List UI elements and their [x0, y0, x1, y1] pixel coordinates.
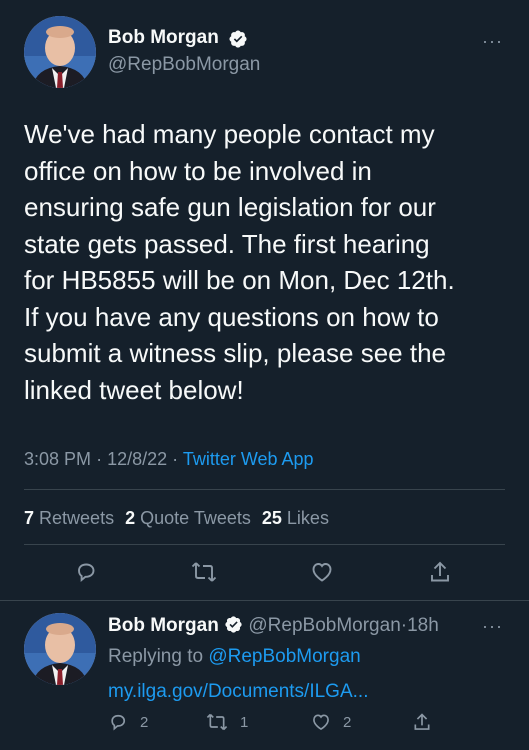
tweet-date[interactable]: 12/8/22 — [107, 449, 167, 469]
more-icon[interactable]: ··· — [482, 31, 503, 52]
divider — [24, 489, 505, 490]
reply-age[interactable]: 18h — [407, 615, 439, 636]
retweets-stat[interactable]: 7 Retweets — [24, 508, 119, 528]
reply-link[interactable]: my.ilga.gov/Documents/ILGA... — [108, 681, 368, 703]
reply-like-count: 2 — [343, 713, 352, 731]
reply-retweet-button[interactable]: 1 — [206, 712, 248, 732]
reply-more-icon[interactable]: ··· — [482, 616, 503, 637]
retweet-icon — [191, 562, 217, 582]
likes-count: 25 — [261, 508, 282, 528]
author-avatar[interactable] — [24, 16, 96, 88]
reply-header: Bob Morgan @RepBobMorgan·18h — [108, 615, 439, 640]
reply-author-handle[interactable]: @RepBobMorgan — [248, 615, 400, 636]
reply-button[interactable] — [74, 560, 98, 584]
reply-icon — [111, 714, 126, 731]
reply-retweet-count: 1 — [240, 713, 249, 731]
reply-share-button[interactable] — [412, 712, 432, 737]
replying-to-line: Replying to @RepBobMorgan — [108, 646, 361, 668]
like-icon — [312, 563, 332, 582]
avatar-photo — [24, 16, 96, 88]
meta-separator: · — [96, 449, 103, 469]
verified-badge-icon — [228, 29, 248, 49]
author-handle[interactable]: @RepBobMorgan — [108, 54, 260, 76]
tweet-source[interactable]: Twitter Web App — [183, 449, 314, 469]
retweets-label: Retweets — [39, 508, 115, 528]
retweet-icon — [206, 713, 228, 731]
likes-stat[interactable]: 25 Likes — [262, 508, 329, 528]
likes-label: Likes — [286, 508, 329, 528]
replying-to-handle[interactable]: @RepBobMorgan — [208, 646, 360, 667]
like-icon — [313, 714, 329, 731]
tweet-text: We've had many people contact my office … — [24, 119, 455, 405]
tweet-time[interactable]: 3:08 PM — [24, 449, 91, 469]
share-button[interactable] — [428, 560, 452, 584]
quotes-label: Quote Tweets — [140, 508, 251, 528]
quotes-stat[interactable]: 2 Quote Tweets — [125, 508, 256, 528]
like-button[interactable] — [310, 560, 334, 584]
avatar-photo — [24, 613, 96, 685]
reply-reply-button[interactable]: 2 — [108, 712, 148, 732]
share-icon — [431, 561, 449, 582]
tweet-stats: 7 Retweets 2 Quote Tweets 25 Likes — [24, 508, 329, 529]
author-name[interactable]: Bob Morgan — [108, 27, 219, 49]
tweet-meta: 3:08 PM · 12/8/22 · Twitter Web App — [24, 449, 314, 470]
replying-prefix: Replying to — [108, 646, 204, 667]
divider — [0, 600, 529, 601]
meta-separator: · — [172, 449, 179, 469]
quotes-count: 2 — [125, 508, 136, 528]
reply-icon — [78, 563, 95, 583]
divider — [24, 544, 505, 545]
reply-like-button[interactable]: 2 — [311, 712, 351, 732]
reply-reply-count: 2 — [140, 713, 149, 731]
verified-badge-icon — [224, 615, 243, 640]
reply-author-name[interactable]: Bob Morgan — [108, 615, 219, 636]
reply-author-avatar[interactable] — [24, 613, 96, 685]
share-icon — [414, 713, 430, 730]
retweets-count: 7 — [24, 508, 35, 528]
retweet-button[interactable] — [191, 560, 217, 584]
